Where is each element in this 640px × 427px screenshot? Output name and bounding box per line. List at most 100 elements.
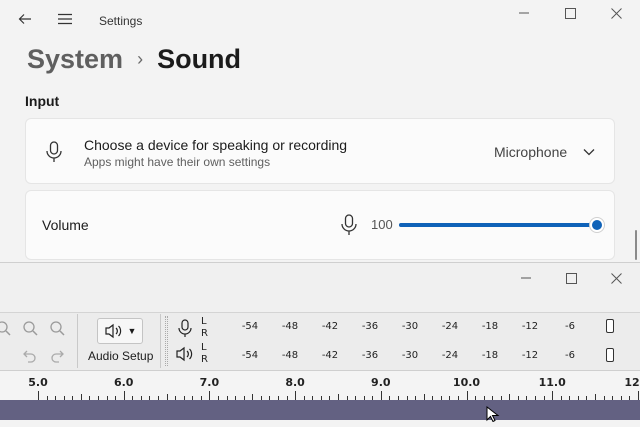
timeline-label: 7.0: [199, 376, 220, 389]
back-button[interactable]: [14, 8, 36, 30]
speaker-icon: [104, 323, 121, 339]
timeline-major-tick: [209, 391, 211, 400]
minimize-button[interactable]: [514, 4, 534, 22]
back-arrow-icon: [18, 14, 31, 24]
settings-scrollbar[interactable]: [635, 230, 637, 260]
zoom-fit-tool[interactable]: [46, 317, 68, 339]
input-device-card[interactable]: Choose a device for speaking or recordin…: [25, 118, 615, 184]
undo-icon: [23, 350, 36, 363]
record-channel-r: R: [201, 328, 208, 339]
volume-slider-fill: [399, 223, 597, 227]
record-channel-l: L: [201, 316, 207, 327]
meter-clip-indicator[interactable]: [606, 348, 614, 362]
volume-slider-track[interactable]: [399, 217, 605, 233]
device-dropdown[interactable]: Microphone: [494, 144, 595, 160]
timeline-label: 12.0: [624, 376, 640, 389]
meter-tick-label: -30: [401, 321, 419, 332]
device-card-title: Choose a device for speaking or recordin…: [84, 137, 348, 153]
audio-setup-button[interactable]: ▼: [97, 318, 143, 344]
microphone-icon: [44, 141, 64, 168]
volume-slider-thumb[interactable]: [589, 217, 605, 233]
breadcrumb-system[interactable]: System: [27, 44, 123, 75]
timeline-label: 9.0: [371, 376, 391, 389]
meter-tick-label: [606, 319, 614, 336]
playback-meter[interactable]: -54 -48 -42 -36 -30 -24 -18 -12 -6: [210, 345, 620, 365]
dropdown-arrow-icon: ▼: [127, 326, 137, 336]
minimize-icon: [519, 12, 529, 14]
device-card-subtitle: Apps might have their own settings: [84, 155, 271, 169]
device-dropdown-value: Microphone: [494, 144, 568, 160]
meter-tick-label: [606, 348, 614, 365]
chevron-down-icon: [583, 149, 595, 156]
timeline-label: 5.0: [28, 376, 48, 389]
settings-window: Settings System › Sound Input Choose a d…: [0, 0, 640, 262]
timeline-major-tick: [295, 391, 297, 400]
meter-tick-label: -18: [481, 350, 499, 361]
audio-setup-label: Audio Setup: [88, 349, 154, 363]
meter-tick-label: -30: [401, 350, 419, 361]
meter-tick-label: -48: [281, 350, 299, 361]
undo-button[interactable]: [19, 344, 41, 366]
nav-menu-button[interactable]: [54, 8, 76, 30]
close-icon: [610, 7, 622, 19]
timeline-major-tick: [380, 391, 382, 400]
meter-tick-label: -12: [521, 350, 539, 361]
close-icon: [610, 272, 622, 284]
volume-mic-icon[interactable]: [339, 214, 359, 241]
meter-tick-label: -54: [241, 321, 259, 332]
redo-button[interactable]: [46, 344, 68, 366]
audacity-close-button[interactable]: [606, 269, 626, 287]
meter-tick-label: -6: [565, 321, 575, 332]
timeline-major-tick: [637, 391, 639, 400]
zoom-in-tool[interactable]: [0, 317, 14, 339]
toolbar-divider: [77, 314, 78, 368]
zoom-out-tool[interactable]: [19, 317, 41, 339]
toolbar-grabber[interactable]: [165, 316, 168, 366]
meter-clip-indicator[interactable]: [606, 319, 614, 333]
meter-tick-label: -54: [241, 350, 259, 361]
playback-channel-r: R: [201, 354, 208, 365]
meter-tick-label: -6: [565, 350, 575, 361]
page-title: Sound: [157, 44, 242, 74]
zoom-in-icon: [0, 321, 11, 336]
audacity-maximize-button[interactable]: [561, 269, 581, 287]
timeline-label: 6.0: [113, 376, 134, 389]
meter-tick-label: -42: [321, 350, 339, 361]
volume-card: Volume 100: [25, 190, 615, 260]
timeline-major-tick: [552, 391, 554, 400]
record-meter-button[interactable]: [176, 319, 194, 342]
volume-value: 100: [371, 217, 393, 232]
mouse-cursor: [486, 405, 500, 427]
meter-tick-label: -24: [441, 321, 459, 332]
volume-label: Volume: [42, 217, 89, 233]
maximize-icon: [564, 7, 576, 19]
hamburger-icon: [58, 13, 72, 25]
redo-icon: [51, 350, 64, 363]
meter-tick-label: -24: [441, 350, 459, 361]
timeline-major-tick: [38, 391, 39, 400]
section-heading-input: Input: [25, 93, 60, 109]
meter-tick-label: -42: [321, 321, 339, 332]
audio-track[interactable]: [0, 400, 640, 420]
window-title: Settings: [99, 14, 143, 28]
zoom-fit-icon: [50, 321, 65, 336]
maximize-icon: [565, 272, 577, 284]
audacity-minimize-button[interactable]: [516, 269, 536, 287]
maximize-button[interactable]: [560, 4, 580, 22]
breadcrumb-separator: ›: [137, 49, 144, 69]
speaker-icon: [176, 346, 193, 362]
timeline-label: 8.0: [285, 376, 305, 389]
minimize-icon: [521, 277, 531, 279]
toolbar-divider: [160, 314, 161, 368]
record-meter[interactable]: -54 -48 -42 -36 -30 -24 -18 -12 -6: [210, 316, 620, 336]
timeline-major-tick: [123, 391, 125, 400]
timeline-label: 11.0: [538, 376, 566, 389]
zoom-out-icon: [23, 321, 38, 336]
close-button[interactable]: [606, 4, 626, 22]
meter-tick-label: -48: [281, 321, 299, 332]
playback-meter-button[interactable]: [176, 346, 194, 367]
timeline-label: 10.0: [452, 376, 481, 389]
meter-tick-label: -12: [521, 321, 539, 332]
playback-channel-l: L: [201, 342, 207, 353]
meter-tick-label: -36: [361, 321, 379, 332]
